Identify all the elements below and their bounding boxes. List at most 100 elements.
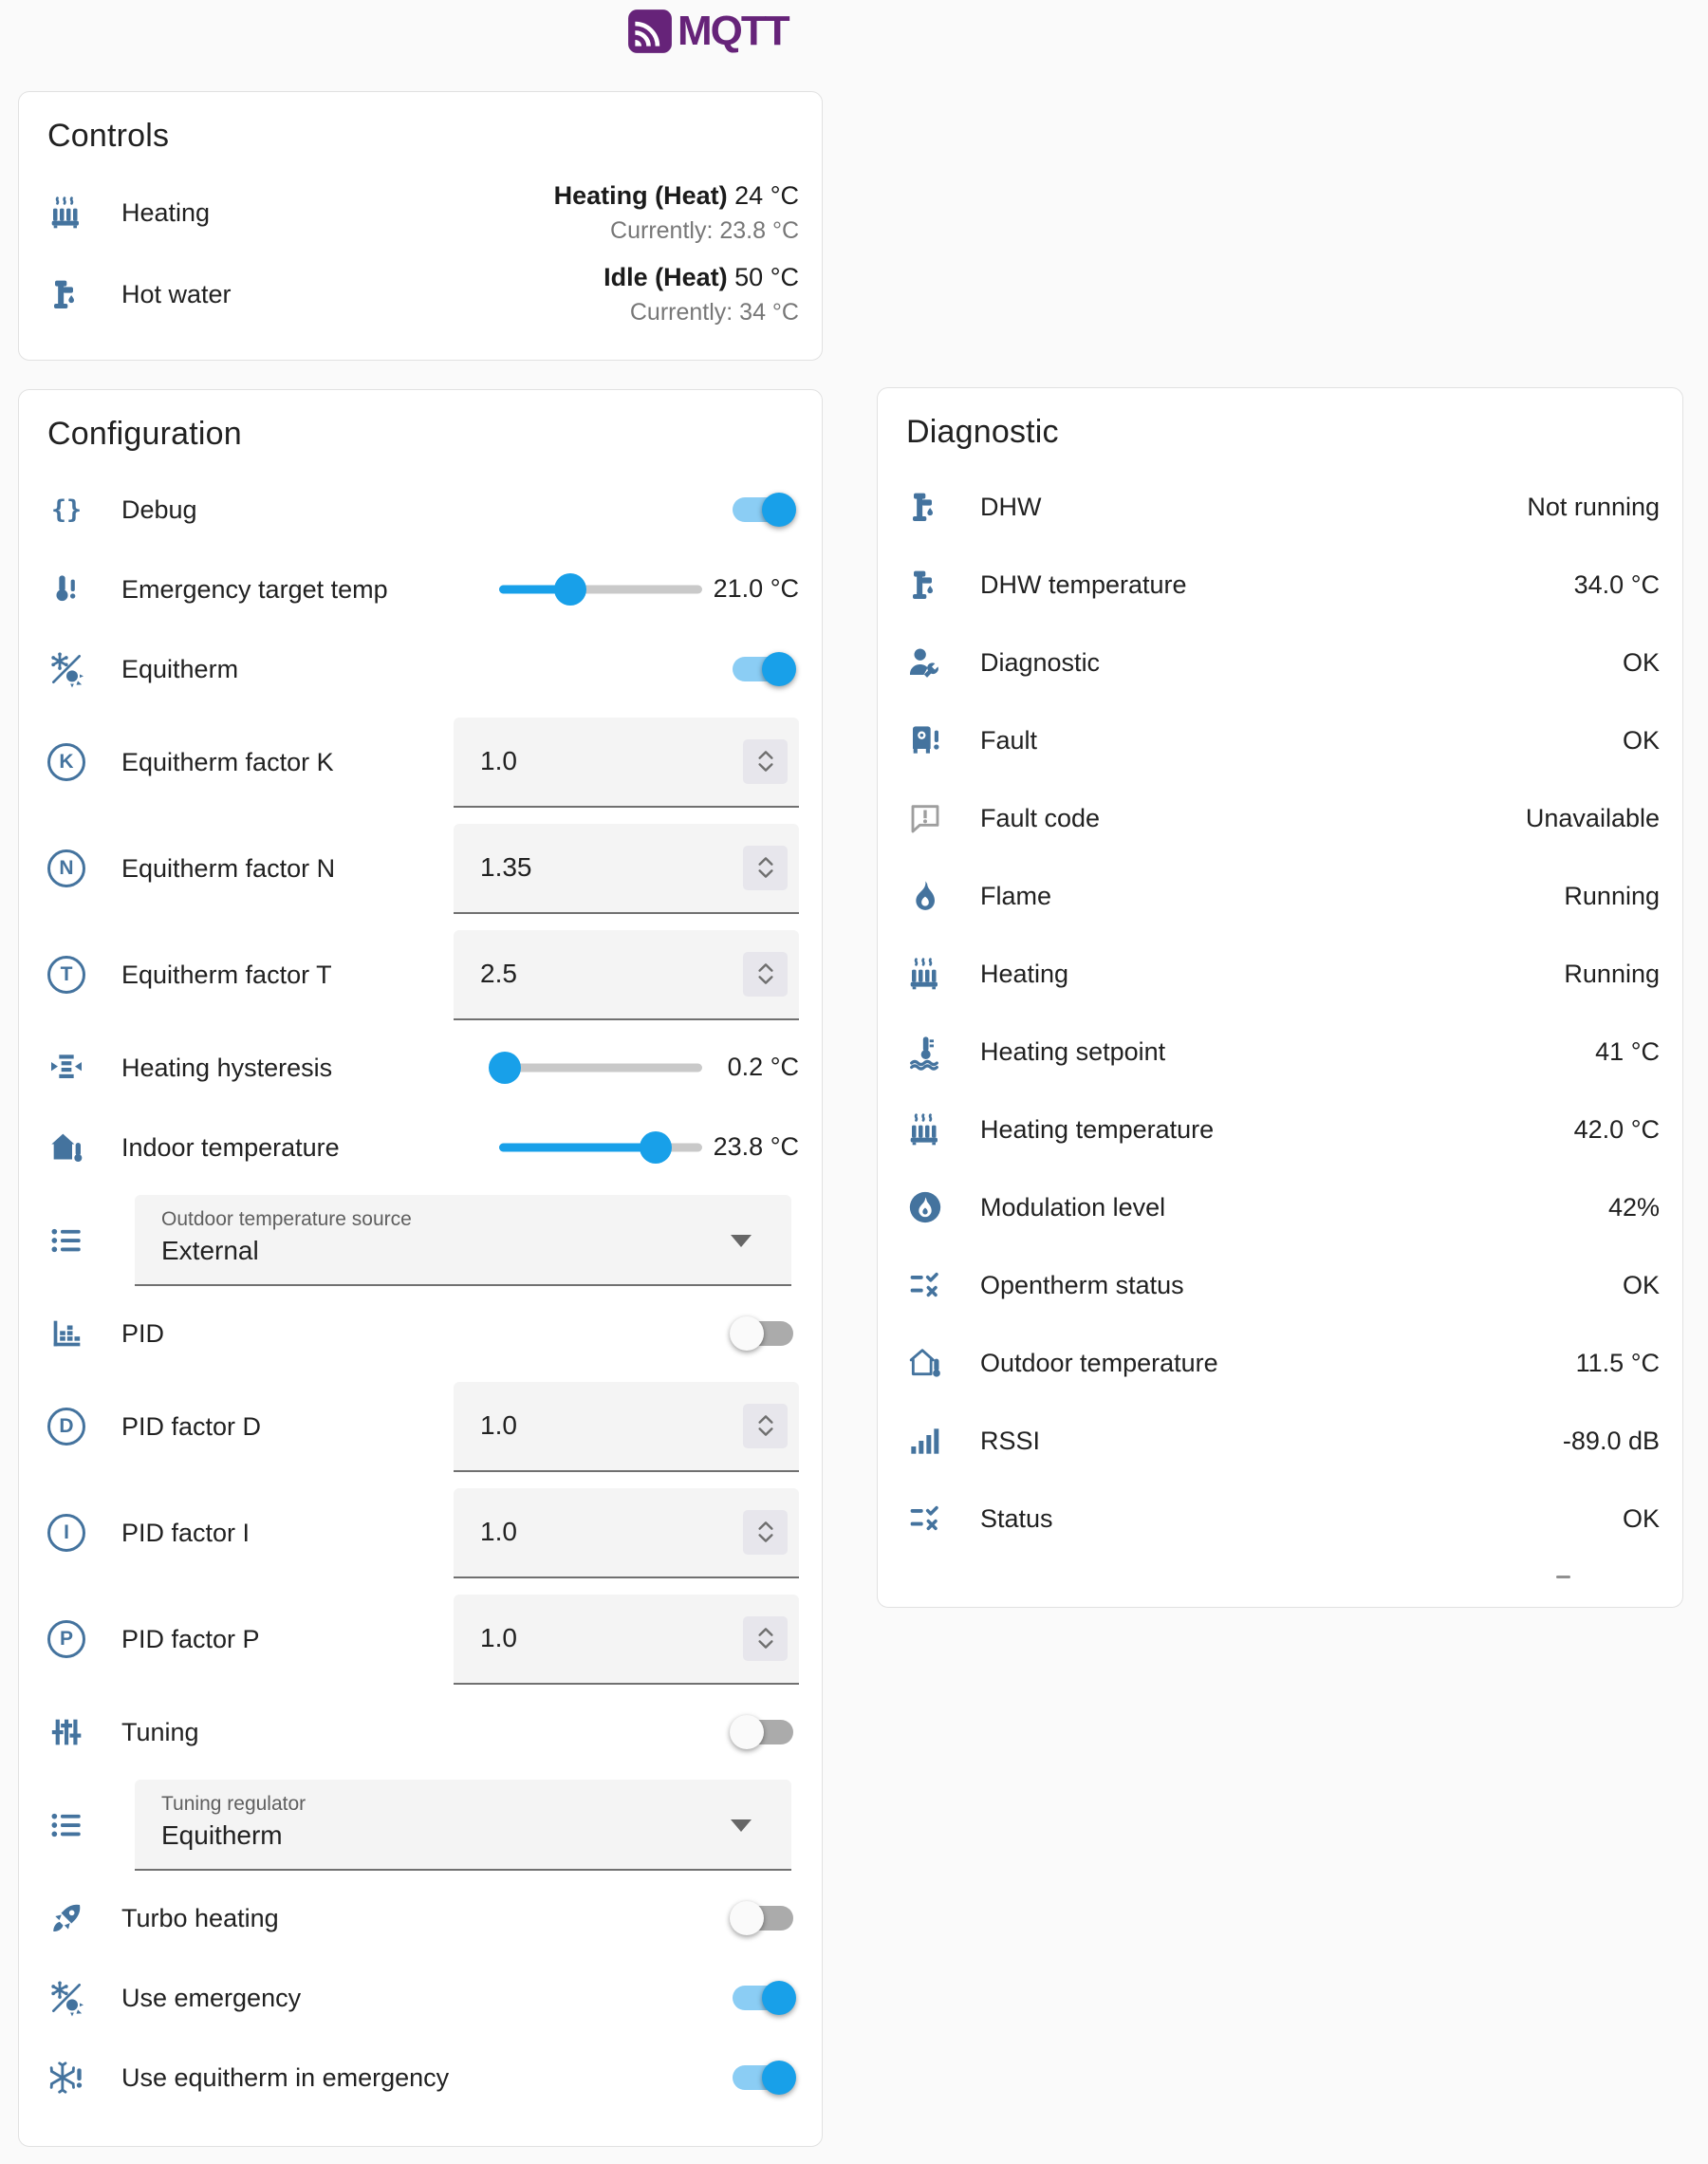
config-row-turbo-heating: Turbo heating bbox=[19, 1878, 822, 1958]
hysteresis-icon bbox=[47, 1049, 85, 1087]
radiator-icon bbox=[906, 955, 944, 993]
equitherm-factor-t-input[interactable] bbox=[480, 959, 743, 989]
slider-value: 23.8 °C bbox=[712, 1131, 799, 1164]
equitherm-factor-k-field bbox=[454, 718, 799, 808]
equitherm-toggle[interactable] bbox=[733, 657, 793, 681]
number-stepper[interactable] bbox=[743, 739, 788, 784]
diag-row-modulation-level[interactable]: Modulation level 42% bbox=[878, 1168, 1682, 1246]
equitherm-factor-k-input[interactable] bbox=[480, 746, 743, 776]
toggle-thumb bbox=[762, 652, 796, 686]
config-label: PID bbox=[121, 1318, 733, 1349]
number-stepper[interactable] bbox=[743, 1510, 788, 1555]
climate-state-heating[interactable]: Heating (Heat) 24 °C Currently: 23.8 °C bbox=[554, 180, 799, 244]
emergency-target-temp-slider[interactable] bbox=[499, 572, 702, 606]
diag-row-flame[interactable]: Flame Running bbox=[878, 857, 1682, 935]
diag-value: OK bbox=[1623, 648, 1660, 678]
diag-label: RSSI bbox=[980, 1426, 1563, 1456]
fire-circle-icon bbox=[906, 1188, 944, 1226]
diag-label: Diagnostic bbox=[980, 647, 1623, 678]
turbo-heating-toggle[interactable] bbox=[733, 1906, 793, 1931]
control-label: Heating bbox=[121, 197, 554, 228]
water-pump-icon bbox=[906, 566, 944, 604]
climate-target-temp: 50 °C bbox=[728, 263, 799, 291]
water-boiler-alert-icon bbox=[906, 721, 944, 759]
control-row-hot-water: Hot water Idle (Heat) 50 °C Currently: 3… bbox=[19, 253, 822, 335]
diag-value: Not running bbox=[1527, 493, 1660, 522]
number-stepper[interactable] bbox=[743, 1616, 788, 1661]
tuning-regulator-select[interactable]: Tuning regulator Equitherm bbox=[135, 1780, 791, 1871]
chevron-down-icon bbox=[731, 1819, 752, 1832]
config-label: Equitherm bbox=[121, 654, 733, 684]
controls-card: Controls Heating Heating (Heat) 24 °C Cu… bbox=[18, 91, 823, 361]
diag-value: 11.5 °C bbox=[1576, 1349, 1660, 1378]
diag-row-dhw[interactable]: DHW Not running bbox=[878, 468, 1682, 546]
configuration-card: Configuration Debug Emergency target tem… bbox=[18, 389, 823, 2147]
config-row-tuning-regulator: Tuning regulator Equitherm bbox=[19, 1772, 822, 1878]
climate-state-hot-water[interactable]: Idle (Heat) 50 °C Currently: 34 °C bbox=[603, 262, 799, 326]
configuration-title: Configuration bbox=[47, 415, 793, 453]
alpha-t-circle-icon: T bbox=[47, 956, 85, 994]
slider-thumb[interactable] bbox=[640, 1131, 672, 1164]
diag-value: 42.0 °C bbox=[1574, 1115, 1660, 1145]
pid-factor-i-field bbox=[454, 1488, 799, 1578]
toggle-thumb bbox=[730, 1901, 764, 1935]
home-thermometer-outline-icon bbox=[906, 1344, 944, 1382]
diag-row-rssi[interactable]: RSSI -89.0 dB bbox=[878, 1402, 1682, 1480]
pid-factor-p-input[interactable] bbox=[480, 1623, 743, 1653]
config-label: Equitherm factor N bbox=[121, 853, 454, 884]
config-row-equitherm: Equitherm bbox=[19, 629, 822, 709]
diag-row-diagnostic[interactable]: Diagnostic OK bbox=[878, 624, 1682, 701]
number-stepper[interactable] bbox=[743, 1404, 788, 1448]
use-emergency-toggle[interactable] bbox=[733, 1986, 793, 2010]
number-stepper[interactable] bbox=[743, 952, 788, 997]
list-bulleted-icon bbox=[47, 1806, 85, 1844]
equitherm-factor-n-input[interactable] bbox=[480, 852, 743, 883]
slider-thumb[interactable] bbox=[554, 573, 586, 606]
config-label: Emergency target temp bbox=[121, 574, 499, 605]
diag-row-dhw-temperature[interactable]: DHW temperature 34.0 °C bbox=[878, 546, 1682, 624]
slider-value: 21.0 °C bbox=[712, 573, 799, 606]
diag-row-outdoor-temperature[interactable]: Outdoor temperature 11.5 °C bbox=[878, 1324, 1682, 1402]
diag-row-heating[interactable]: Heating Running bbox=[878, 935, 1682, 1013]
alpha-d-circle-icon: D bbox=[47, 1408, 85, 1446]
pid-factor-p-field bbox=[454, 1595, 799, 1685]
diag-row-opentherm-status[interactable]: Opentherm status OK bbox=[878, 1246, 1682, 1324]
config-label: Use emergency bbox=[121, 1983, 733, 2013]
config-label: PID factor D bbox=[121, 1411, 454, 1442]
config-row-pid: PID bbox=[19, 1294, 822, 1373]
use-equitherm-in-emergency-toggle[interactable] bbox=[733, 2065, 793, 2090]
diag-label: Opentherm status bbox=[980, 1270, 1623, 1300]
diag-row-heating-temperature[interactable]: Heating temperature 42.0 °C bbox=[878, 1091, 1682, 1168]
config-row-pid-factor-d: D PID factor D bbox=[19, 1373, 822, 1480]
diag-value: Running bbox=[1564, 882, 1660, 911]
climate-target-temp: 24 °C bbox=[728, 181, 799, 210]
rocket-launch-icon bbox=[47, 1899, 85, 1937]
diag-row-heating-setpoint[interactable]: Heating setpoint 41 °C bbox=[878, 1013, 1682, 1091]
outdoor-temperature-source-select[interactable]: Outdoor temperature source External bbox=[135, 1195, 791, 1286]
pid-factor-i-input[interactable] bbox=[480, 1517, 743, 1547]
config-row-outdoor-temperature-source: Outdoor temperature source External bbox=[19, 1187, 822, 1294]
slider-fill bbox=[499, 1144, 656, 1152]
diag-value: OK bbox=[1623, 726, 1660, 756]
diag-label: DHW bbox=[980, 492, 1527, 522]
config-label: Tuning bbox=[121, 1717, 733, 1747]
config-label: Equitherm factor K bbox=[121, 747, 454, 777]
tuning-toggle[interactable] bbox=[733, 1720, 793, 1744]
debug-toggle[interactable] bbox=[733, 497, 793, 522]
config-label: Indoor temperature bbox=[121, 1132, 499, 1163]
heating-hysteresis-slider[interactable] bbox=[499, 1051, 702, 1085]
sun-snowflake-icon bbox=[47, 1979, 85, 2017]
water-pump-icon bbox=[47, 275, 85, 313]
diag-row-fault[interactable]: Fault OK bbox=[878, 701, 1682, 779]
diag-label: Status bbox=[980, 1503, 1623, 1534]
diag-row-status[interactable]: Status OK bbox=[878, 1480, 1682, 1558]
diag-row-fault-code[interactable]: Fault code Unavailable bbox=[878, 779, 1682, 857]
number-stepper[interactable] bbox=[743, 846, 788, 890]
indoor-temperature-slider[interactable] bbox=[499, 1130, 702, 1165]
slider-value: 0.2 °C bbox=[712, 1052, 799, 1084]
slider-thumb[interactable] bbox=[489, 1052, 521, 1084]
diag-value: -89.0 dB bbox=[1563, 1427, 1660, 1456]
config-label: Turbo heating bbox=[121, 1903, 733, 1933]
pid-factor-d-input[interactable] bbox=[480, 1410, 743, 1441]
pid-toggle[interactable] bbox=[733, 1321, 793, 1346]
